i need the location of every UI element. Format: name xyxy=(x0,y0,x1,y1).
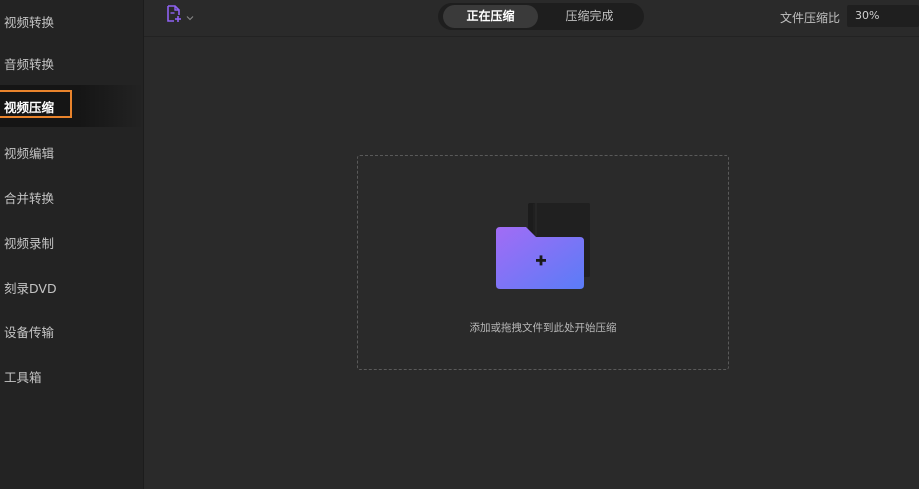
sidebar-item-merge-convert[interactable]: 合并转换 xyxy=(0,176,143,218)
sidebar-item-video-record[interactable]: 视频录制 xyxy=(0,221,143,263)
sidebar-item-label: 视频压缩 xyxy=(4,99,55,115)
sidebar-item-video-compress[interactable]: 视频压缩 xyxy=(0,85,143,127)
folder-plus-icon xyxy=(496,203,592,295)
sidebar-item-burn-dvd[interactable]: 刻录DVD xyxy=(0,266,143,308)
compress-ratio-label: 文件压缩比 xyxy=(780,11,841,25)
chevron-down-icon xyxy=(186,7,194,26)
sidebar: 视频转换 音频转换 视频压缩 视频编辑 合并转换 视频录制 刻录DVD 设备传输… xyxy=(0,0,144,489)
sidebar-item-label: 工具箱 xyxy=(4,369,42,385)
compress-ratio-value: 30% xyxy=(855,9,880,22)
toolbar: 正在压缩 压缩完成 文件压缩比 30% xyxy=(144,0,919,37)
sidebar-item-label: 音频转换 xyxy=(4,56,55,72)
sidebar-item-label: 设备传输 xyxy=(4,324,55,340)
sidebar-item-toolbox[interactable]: 工具箱 xyxy=(0,355,143,397)
app-window: 视频转换 音频转换 视频压缩 视频编辑 合并转换 视频录制 刻录DVD 设备传输… xyxy=(0,0,919,489)
compress-status-tabs: 正在压缩 压缩完成 xyxy=(438,3,644,30)
drop-hint-text: 添加或拖拽文件到此处开始压缩 xyxy=(469,322,617,334)
add-file-icon xyxy=(165,4,185,28)
sidebar-item-label: 合并转换 xyxy=(4,190,55,206)
sidebar-item-label: 视频编辑 xyxy=(4,145,55,161)
sidebar-item-label: 刻录DVD xyxy=(4,280,57,296)
tab-compressing[interactable]: 正在压缩 xyxy=(443,5,538,28)
sidebar-item-label: 视频录制 xyxy=(4,235,55,251)
sidebar-item-audio-convert[interactable]: 音频转换 xyxy=(0,42,143,84)
sidebar-item-video-convert[interactable]: 视频转换 xyxy=(0,0,143,42)
file-drop-zone[interactable]: 添加或拖拽文件到此处开始压缩 xyxy=(357,155,729,370)
sidebar-item-video-edit[interactable]: 视频编辑 xyxy=(0,131,143,173)
compress-ratio-select[interactable]: 30% xyxy=(847,5,919,27)
sidebar-item-device-transfer[interactable]: 设备传输 xyxy=(0,310,143,352)
add-file-button[interactable] xyxy=(165,5,201,27)
sidebar-item-label: 视频转换 xyxy=(4,14,55,30)
tab-compressed[interactable]: 压缩完成 xyxy=(542,5,637,28)
